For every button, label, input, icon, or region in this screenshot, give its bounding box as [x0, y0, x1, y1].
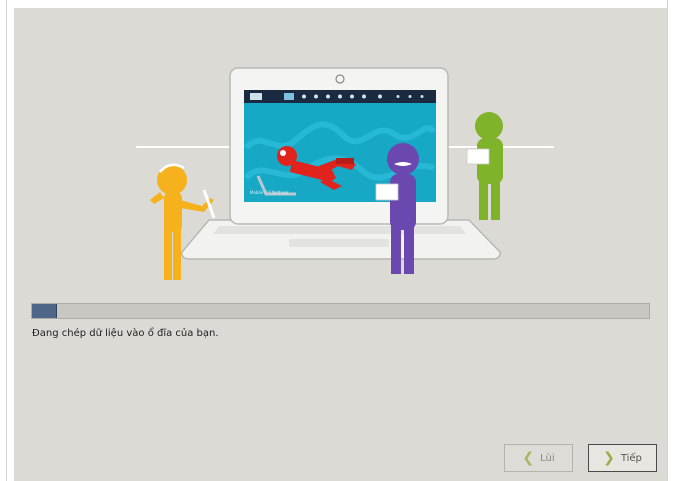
install-status-text: Đang chép dữ liệu vào ổ đĩa của bạn.: [32, 328, 219, 339]
svg-text:Mobile 7.0 Netbook: Mobile 7.0 Netbook: [250, 190, 289, 195]
next-button[interactable]: ❯ Tiếp: [588, 444, 657, 472]
install-progress-bar: [31, 303, 650, 319]
laptop-keyboard: [213, 226, 466, 234]
laptop-touchpad: [289, 239, 389, 247]
figure-red-headset: [280, 150, 286, 156]
back-button-label: Lùi: [540, 452, 555, 464]
figure-purple-tablet: [375, 183, 399, 201]
back-button[interactable]: ❮ Lùi: [504, 444, 573, 472]
figure-green: [475, 112, 503, 220]
chevron-right-icon: ❯: [603, 450, 615, 466]
next-button-label: Tiếp: [620, 452, 642, 464]
install-progress-fill: [32, 304, 57, 318]
installer-illustration: Mobile 7.0 Netbook: [136, 67, 554, 280]
installer-panel: Mobile 7.0 Netbook Đang chép dữ liệu vào…: [14, 8, 667, 481]
chevron-left-icon: ❮: [522, 450, 535, 466]
figure-orange: [150, 165, 214, 280]
figure-green-tablet: [466, 148, 490, 165]
